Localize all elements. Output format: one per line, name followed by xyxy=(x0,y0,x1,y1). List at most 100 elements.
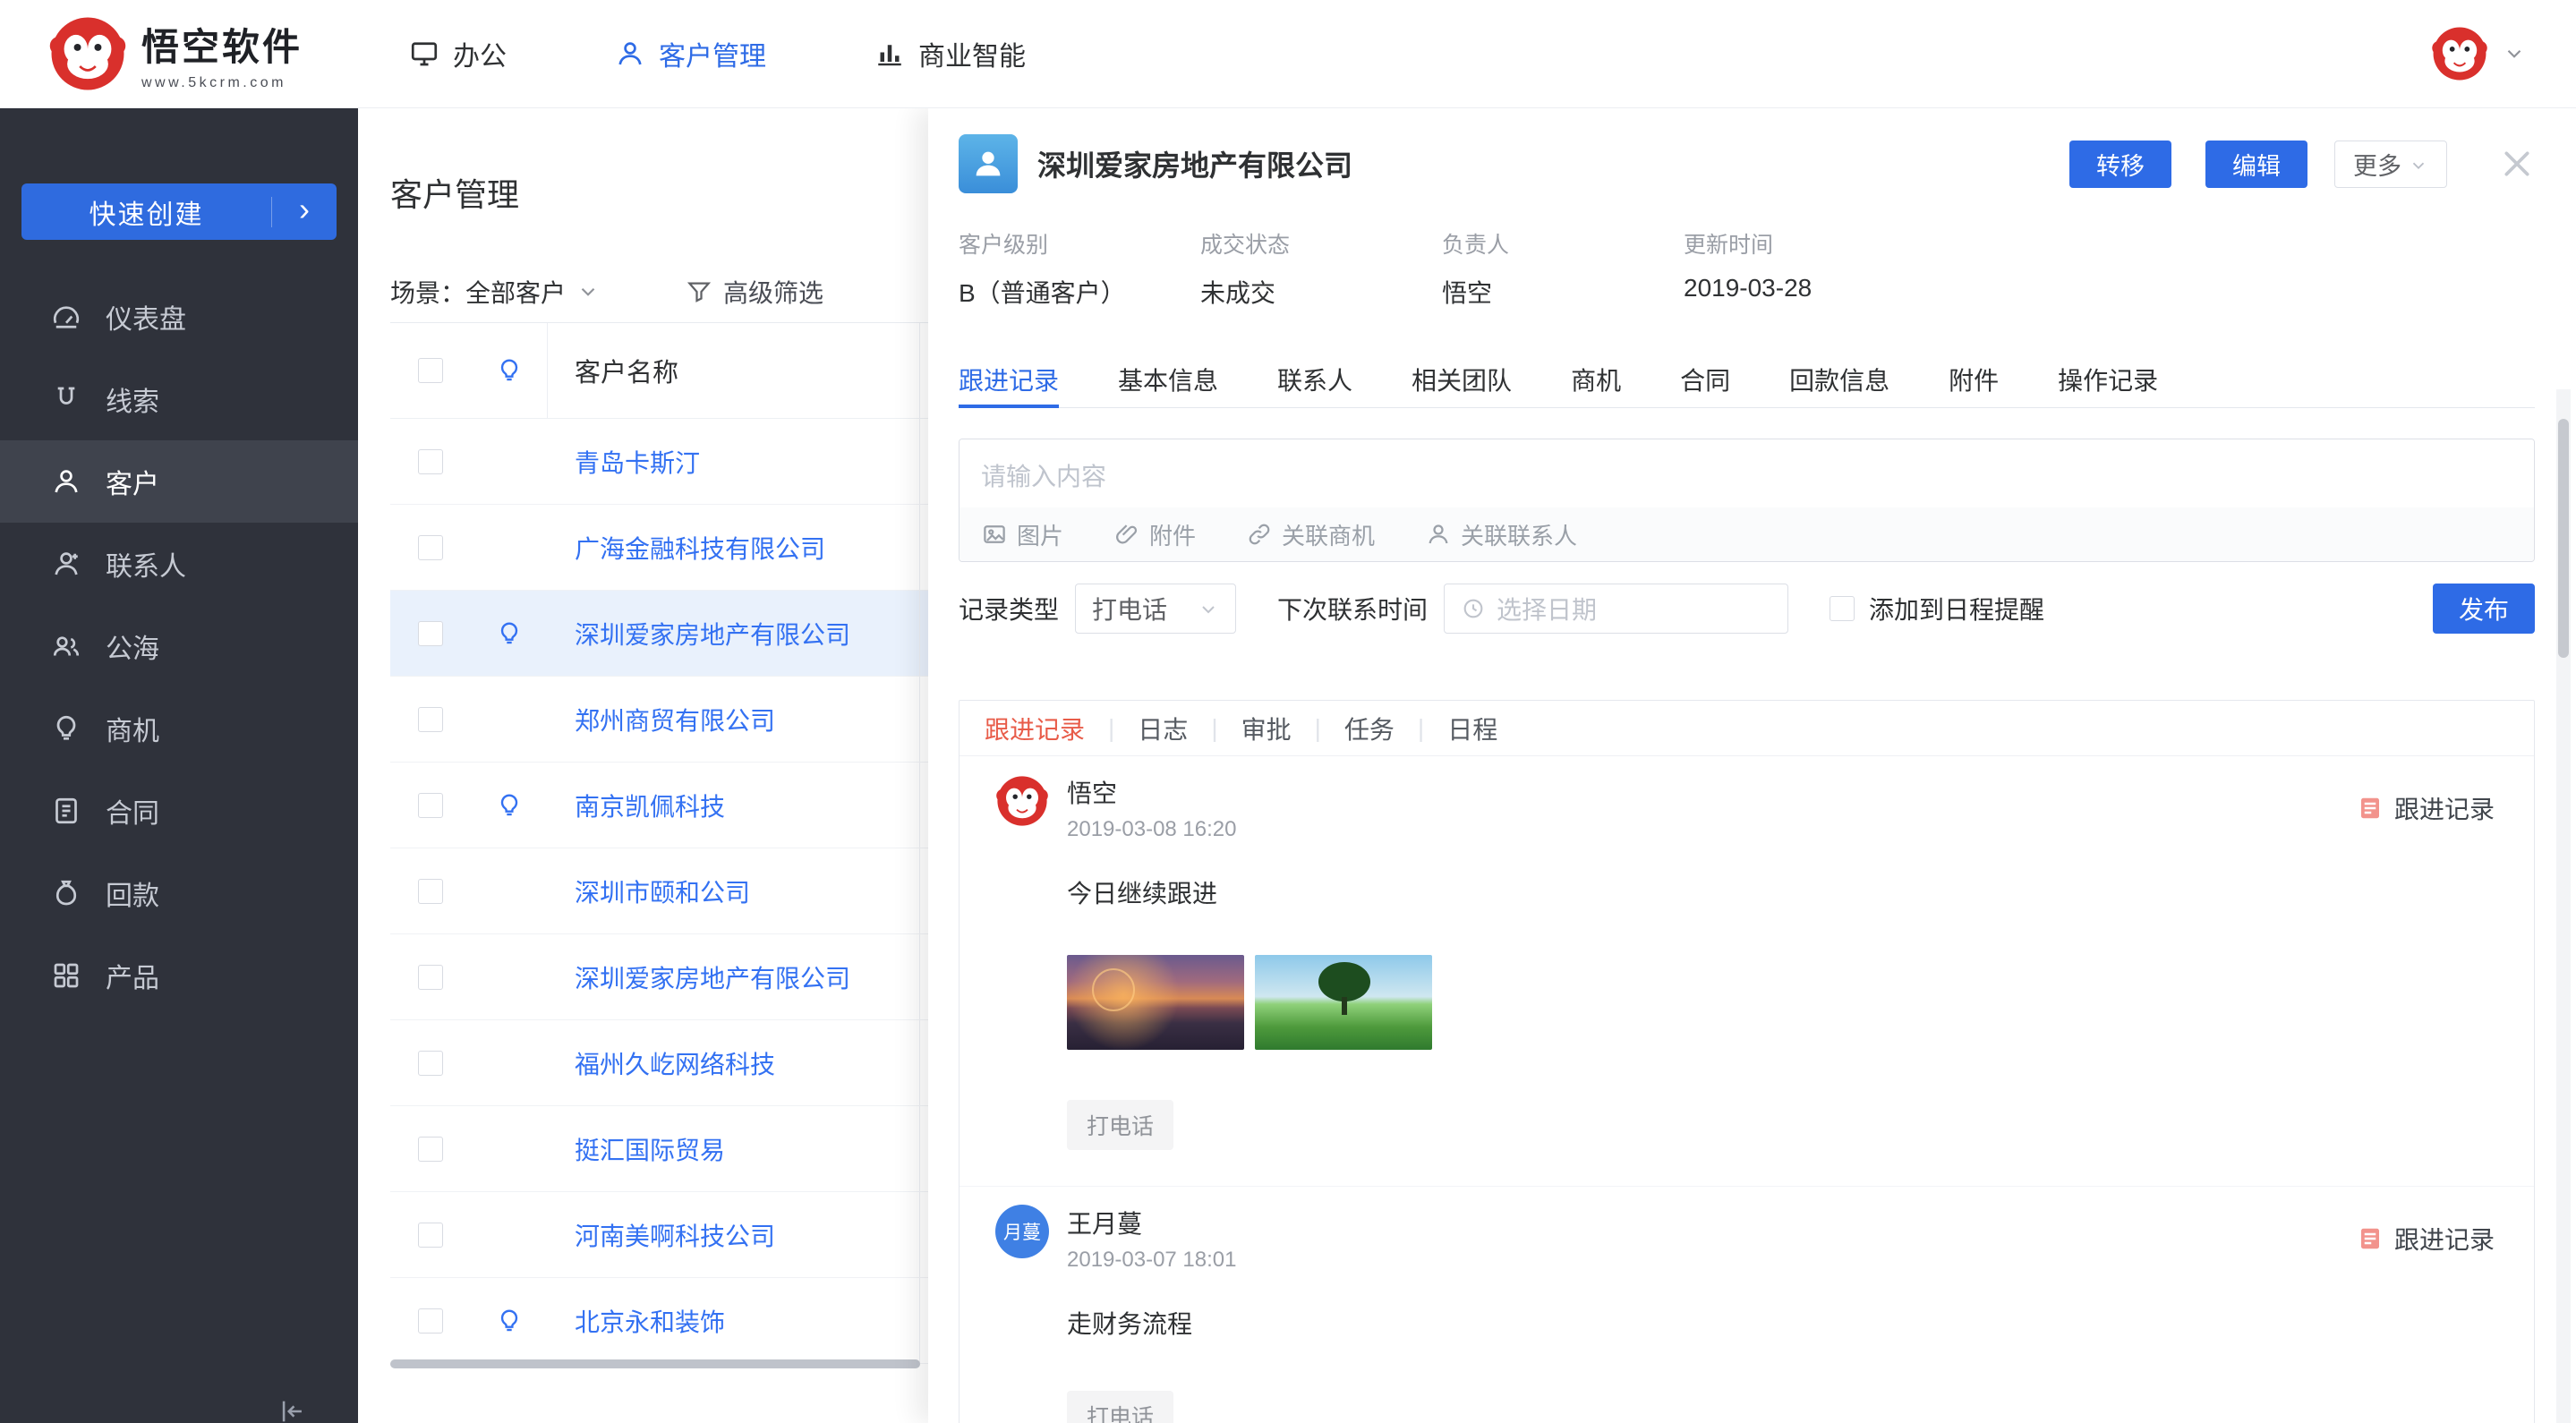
attachment-tool-button[interactable]: 附件 xyxy=(1113,518,1196,551)
row-checkbox[interactable] xyxy=(418,1137,443,1162)
sidebar-collapse-icon[interactable] xyxy=(277,1396,308,1423)
customer-name-link[interactable]: 北京永和装饰 xyxy=(575,1303,725,1339)
feed-tab-follow-records[interactable]: 跟进记录 xyxy=(985,711,1085,746)
sidebar-item-products[interactable]: 产品 xyxy=(0,934,358,1017)
row-checkbox[interactable] xyxy=(418,449,443,474)
customer-name-link[interactable]: 南京凯佩科技 xyxy=(575,788,725,823)
row-checkbox[interactable] xyxy=(418,879,443,904)
sidebar-item-leads[interactable]: 线索 xyxy=(0,358,358,440)
row-checkbox[interactable] xyxy=(418,1223,443,1248)
row-checkbox[interactable] xyxy=(418,707,443,732)
field-deal-status: 成交状态 未成交 xyxy=(1200,227,1442,310)
customer-name-link[interactable]: 郑州商贸有限公司 xyxy=(575,702,775,737)
tab-payment-info[interactable]: 回款信息 xyxy=(1789,351,1889,407)
link-opportunity-button[interactable]: 关联商机 xyxy=(1246,518,1375,551)
row-checkbox[interactable] xyxy=(418,621,443,646)
feed-tab-schedule[interactable]: 日程 xyxy=(1447,711,1497,746)
sidebar-item-label: 回款 xyxy=(106,873,159,913)
nav-label: 客户管理 xyxy=(659,34,766,73)
user-menu[interactable] xyxy=(2431,25,2526,82)
sidebar-item-payments[interactable]: 回款 xyxy=(0,852,358,934)
record-note-icon xyxy=(2357,1225,2384,1252)
money-bag-icon xyxy=(50,877,82,909)
monkey-logo-icon xyxy=(48,14,127,93)
feed-author-block: 悟空 2019-03-08 16:20 xyxy=(1067,774,2357,842)
sidebar-item-dashboard[interactable]: 仪表盘 xyxy=(0,276,358,358)
night-carnival-photo[interactable] xyxy=(1067,955,1244,1050)
transfer-button[interactable]: 转移 xyxy=(2069,141,2171,188)
customer-name-link[interactable]: 福州久屹网络科技 xyxy=(575,1045,775,1081)
nav-item-customer-management[interactable]: 客户管理 xyxy=(614,34,766,73)
row-checkbox[interactable] xyxy=(418,965,443,990)
quick-create-button[interactable]: 快速创建 › xyxy=(21,183,337,240)
lightbulb-icon[interactable] xyxy=(495,1307,524,1335)
tab-contacts[interactable]: 联系人 xyxy=(1277,351,1352,407)
customer-name-link[interactable]: 青岛卡斯汀 xyxy=(575,444,700,480)
customer-name-link[interactable]: 深圳市颐和公司 xyxy=(575,873,750,909)
row-checkbox[interactable] xyxy=(418,1051,443,1076)
record-type-value: 打电话 xyxy=(1092,591,1167,626)
sidebar-item-label: 合同 xyxy=(106,791,159,831)
green-field-photo[interactable] xyxy=(1255,955,1432,1050)
horizontal-scrollbar-thumb[interactable] xyxy=(390,1359,920,1368)
sidebar-item-contacts[interactable]: 联系人 xyxy=(0,523,358,605)
row-checkbox[interactable] xyxy=(418,793,443,818)
tool-label: 附件 xyxy=(1149,518,1196,551)
nav-item-business-intelligence[interactable]: 商业智能 xyxy=(874,34,1026,73)
tab-related-team[interactable]: 相关团队 xyxy=(1412,351,1512,407)
lightbulb-icon[interactable] xyxy=(495,791,524,820)
vertical-scrollbar-thumb[interactable] xyxy=(2558,419,2569,658)
sidebar-item-label: 客户 xyxy=(106,462,159,501)
row-checkbox[interactable] xyxy=(418,1308,443,1334)
schedule-reminder-option[interactable]: 添加到日程提醒 xyxy=(1830,591,2044,626)
image-tool-button[interactable]: 图片 xyxy=(981,518,1063,551)
feed-author-block: 王月蔓 2019-03-07 18:01 xyxy=(1067,1205,2357,1273)
lightbulb-icon xyxy=(50,712,82,745)
feed-tab-tasks[interactable]: 任务 xyxy=(1344,711,1395,746)
tool-label: 关联商机 xyxy=(1282,518,1375,551)
tab-operation-log[interactable]: 操作记录 xyxy=(2058,351,2158,407)
content-input[interactable] xyxy=(960,439,2534,507)
customer-name-link[interactable]: 广海金融科技有限公司 xyxy=(575,530,825,566)
tab-basic-info[interactable]: 基本信息 xyxy=(1118,351,1218,407)
logo: 悟空软件 www.5kcrm.com xyxy=(48,14,363,93)
customer-name-link[interactable]: 挺汇国际贸易 xyxy=(575,1131,725,1167)
magnet-icon xyxy=(50,383,82,415)
scene-filter[interactable]: 场景：全部客户 xyxy=(390,274,600,310)
sidebar-item-opportunities[interactable]: 商机 xyxy=(0,687,358,770)
logo-title: 悟空软件 xyxy=(141,17,303,72)
badge-label: 跟进记录 xyxy=(2394,790,2495,826)
publish-button[interactable]: 发布 xyxy=(2433,584,2535,634)
reminder-checkbox[interactable] xyxy=(1830,596,1855,621)
more-button[interactable]: 更多 xyxy=(2334,141,2447,188)
date-picker-input[interactable]: 选择日期 xyxy=(1444,584,1788,634)
feed-tab-logs[interactable]: 日志 xyxy=(1138,711,1188,746)
feed-tab-approvals[interactable]: 审批 xyxy=(1241,711,1292,746)
edit-button[interactable]: 编辑 xyxy=(2205,141,2307,188)
advanced-filter-button[interactable]: 高级筛选 xyxy=(686,274,823,310)
nav-item-office[interactable]: 办公 xyxy=(408,34,507,73)
select-all-checkbox[interactable] xyxy=(418,358,443,383)
customer-name-link[interactable]: 河南美啊科技公司 xyxy=(575,1217,775,1253)
tab-opportunities[interactable]: 商机 xyxy=(1571,351,1621,407)
lightbulb-icon[interactable] xyxy=(495,619,524,648)
sidebar-item-contracts[interactable]: 合同 xyxy=(0,770,358,852)
sidebar-item-label: 仪表盘 xyxy=(106,297,186,337)
tab-attachments[interactable]: 附件 xyxy=(1949,351,1999,407)
sidebar-item-customers[interactable]: 客户 xyxy=(0,440,358,523)
sidebar-item-public-pool[interactable]: 公海 xyxy=(0,605,358,687)
divider: | xyxy=(1108,714,1114,743)
tab-contracts[interactable]: 合同 xyxy=(1680,351,1730,407)
close-icon[interactable] xyxy=(2499,146,2535,182)
field-customer-level: 客户级别 B（普通客户） xyxy=(959,227,1200,310)
link-contact-button[interactable]: 关联联系人 xyxy=(1425,518,1577,551)
next-contact-time-label: 下次联系时间 xyxy=(1277,591,1428,626)
tab-follow-records[interactable]: 跟进记录 xyxy=(959,351,1059,407)
row-checkbox[interactable] xyxy=(418,535,443,560)
funnel-icon xyxy=(686,278,712,305)
record-type-select[interactable]: 打电话 xyxy=(1075,584,1236,634)
customer-name-link[interactable]: 深圳爱家房地产有限公司 xyxy=(575,616,850,652)
customer-name-link[interactable]: 深圳爱家房地产有限公司 xyxy=(575,959,850,995)
avatar: 月蔓 xyxy=(995,1205,1049,1258)
field-label: 更新时间 xyxy=(1684,227,1812,260)
